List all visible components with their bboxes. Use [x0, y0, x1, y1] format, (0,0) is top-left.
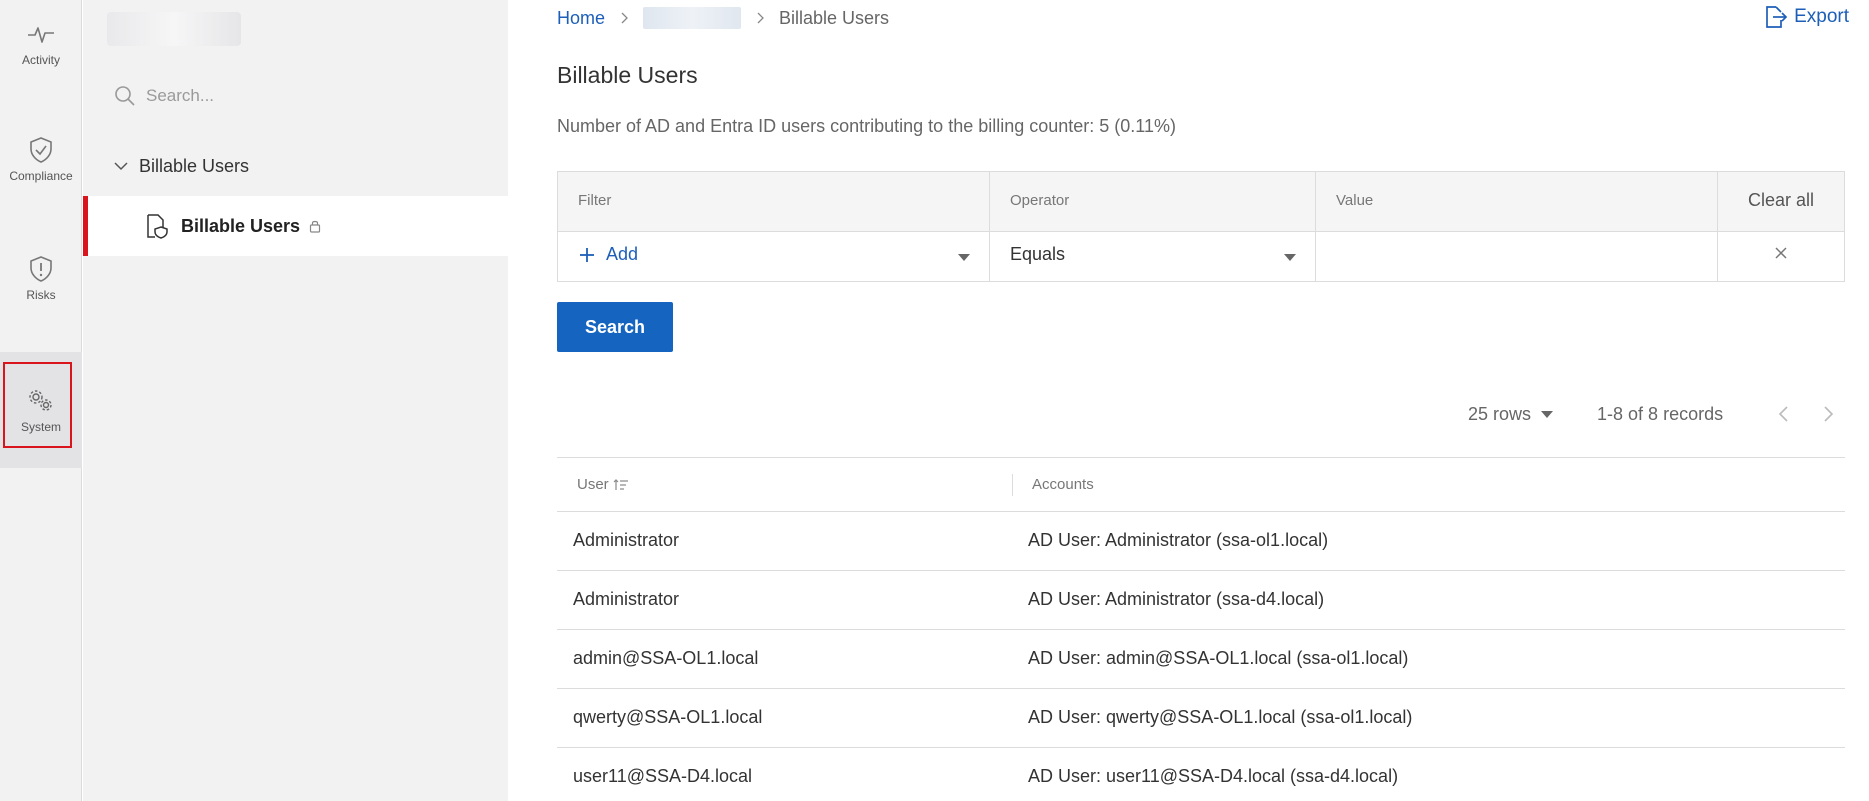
records-count: 1-8 of 8 records — [1597, 403, 1724, 424]
add-filter-button[interactable]: Add — [578, 244, 638, 265]
column-header-accounts[interactable]: Accounts — [1032, 476, 1094, 493]
activity-icon — [28, 27, 54, 43]
column-header-user[interactable]: User — [577, 476, 629, 493]
lock-icon — [309, 220, 321, 233]
chevron-right-icon — [621, 12, 628, 24]
cell-accounts: AD User: qwerty@SSA-OL1.local (ssa-ol1.l… — [1028, 707, 1413, 727]
search-icon — [115, 86, 135, 106]
users-table: User Accounts Administrator AD User: Adm… — [557, 457, 1845, 801]
breadcrumb: Home Billable Users — [557, 6, 889, 30]
nav-search-input[interactable] — [146, 86, 426, 106]
breadcrumb-blurred[interactable] — [643, 7, 742, 29]
column-divider[interactable] — [1012, 474, 1013, 496]
nav-search[interactable] — [113, 80, 453, 112]
filter-table: Filter Add Operator Equals Value Clear a… — [557, 171, 1845, 282]
nav-group-label: Billable Users — [139, 155, 250, 176]
blurred-logo — [107, 12, 241, 46]
secondary-nav: Billable Users Billable Users — [83, 0, 508, 801]
selection-highlight — [3, 362, 72, 448]
sort-ascending-icon — [613, 478, 628, 490]
rows-per-page-select[interactable]: 25 rows — [1468, 403, 1554, 425]
nav-group-billable-users[interactable]: Billable Users — [113, 152, 249, 180]
clear-all-button[interactable]: Clear all — [1718, 190, 1844, 211]
rail-label-activity: Activity — [21, 53, 60, 67]
cell-user: user11@SSA-D4.local — [573, 766, 753, 786]
page-title: Billable Users — [557, 62, 698, 88]
main-content: Home Billable Users Export Billable User… — [508, 0, 1869, 801]
search-button[interactable]: Search — [557, 302, 673, 352]
pagination: 25 rows 1-8 of 8 records — [1468, 400, 1839, 428]
cell-user: Administrator — [573, 530, 680, 550]
rail-item-system[interactable]: System — [0, 352, 82, 468]
chevron-right-icon — [757, 12, 764, 24]
export-icon — [1766, 6, 1788, 28]
operator-column: Operator Equals — [990, 172, 1316, 281]
value-header-label: Value — [1336, 192, 1374, 209]
chevron-right-icon[interactable] — [1817, 403, 1839, 425]
operator-dropdown-caret-icon[interactable] — [1284, 254, 1296, 261]
cell-user: admin@SSA-OL1.local — [573, 648, 759, 668]
export-button[interactable]: Export — [1762, 2, 1849, 32]
filter-header-label: Filter — [578, 192, 612, 209]
operator-select[interactable]: Equals — [1010, 244, 1065, 265]
rail-item-compliance[interactable]: Compliance — [0, 116, 82, 202]
table-row[interactable]: user11@SSA-D4.local AD User: user11@SSA-… — [557, 748, 1845, 801]
table-header: User Accounts — [557, 457, 1845, 512]
operator-header-label: Operator — [1010, 192, 1070, 209]
icon-rail: Activity Compliance Risks System — [0, 0, 82, 801]
clear-column: Clear all — [1718, 172, 1844, 281]
cell-accounts: AD User: Administrator (ssa-d4.local) — [1028, 589, 1325, 609]
chevron-left-icon[interactable] — [1773, 403, 1795, 425]
cell-user: qwerty@SSA-OL1.local — [573, 707, 763, 727]
document-shield-icon — [147, 214, 168, 239]
cell-accounts: AD User: user11@SSA-D4.local (ssa-d4.loc… — [1028, 766, 1399, 786]
shield-check-icon — [30, 137, 52, 163]
add-filter-label: Add — [606, 244, 639, 264]
export-label: Export — [1794, 6, 1849, 27]
table-row[interactable]: admin@SSA-OL1.local AD User: admin@SSA-O… — [557, 630, 1845, 689]
cell-accounts: AD User: admin@SSA-OL1.local (ssa-ol1.lo… — [1028, 648, 1409, 668]
rail-label-compliance: Compliance — [9, 169, 73, 183]
column-header-user-label: User — [577, 476, 609, 493]
value-column: Value — [1316, 172, 1718, 281]
cell-accounts: AD User: Administrator (ssa-ol1.local) — [1028, 530, 1329, 550]
table-row[interactable]: qwerty@SSA-OL1.local AD User: qwerty@SSA… — [557, 689, 1845, 748]
rows-caret-icon — [1541, 410, 1554, 418]
chevron-down-icon — [114, 162, 128, 171]
rail-item-activity[interactable]: Activity — [0, 0, 82, 86]
cell-user: Administrator — [573, 589, 680, 609]
nav-item-billable-users[interactable]: Billable Users — [83, 196, 508, 256]
plus-icon — [580, 247, 594, 262]
close-icon[interactable] — [1770, 242, 1792, 264]
rail-item-risks[interactable]: Risks — [0, 235, 82, 321]
shield-alert-icon — [30, 256, 52, 282]
nav-item-label: Billable Users — [181, 215, 301, 236]
value-input[interactable] — [1324, 234, 1708, 274]
rows-per-page-label: 25 rows — [1468, 403, 1532, 424]
table-row[interactable]: Administrator AD User: Administrator (ss… — [557, 512, 1845, 571]
breadcrumb-current: Billable Users — [779, 7, 890, 28]
filter-column: Filter Add — [558, 172, 990, 281]
rail-label-risks: Risks — [26, 288, 56, 302]
page-subtitle: Number of AD and Entra ID users contribu… — [557, 116, 1176, 136]
table-row[interactable]: Administrator AD User: Administrator (ss… — [557, 571, 1845, 630]
filter-dropdown-caret-icon[interactable] — [958, 254, 970, 261]
breadcrumb-home[interactable]: Home — [557, 8, 605, 29]
